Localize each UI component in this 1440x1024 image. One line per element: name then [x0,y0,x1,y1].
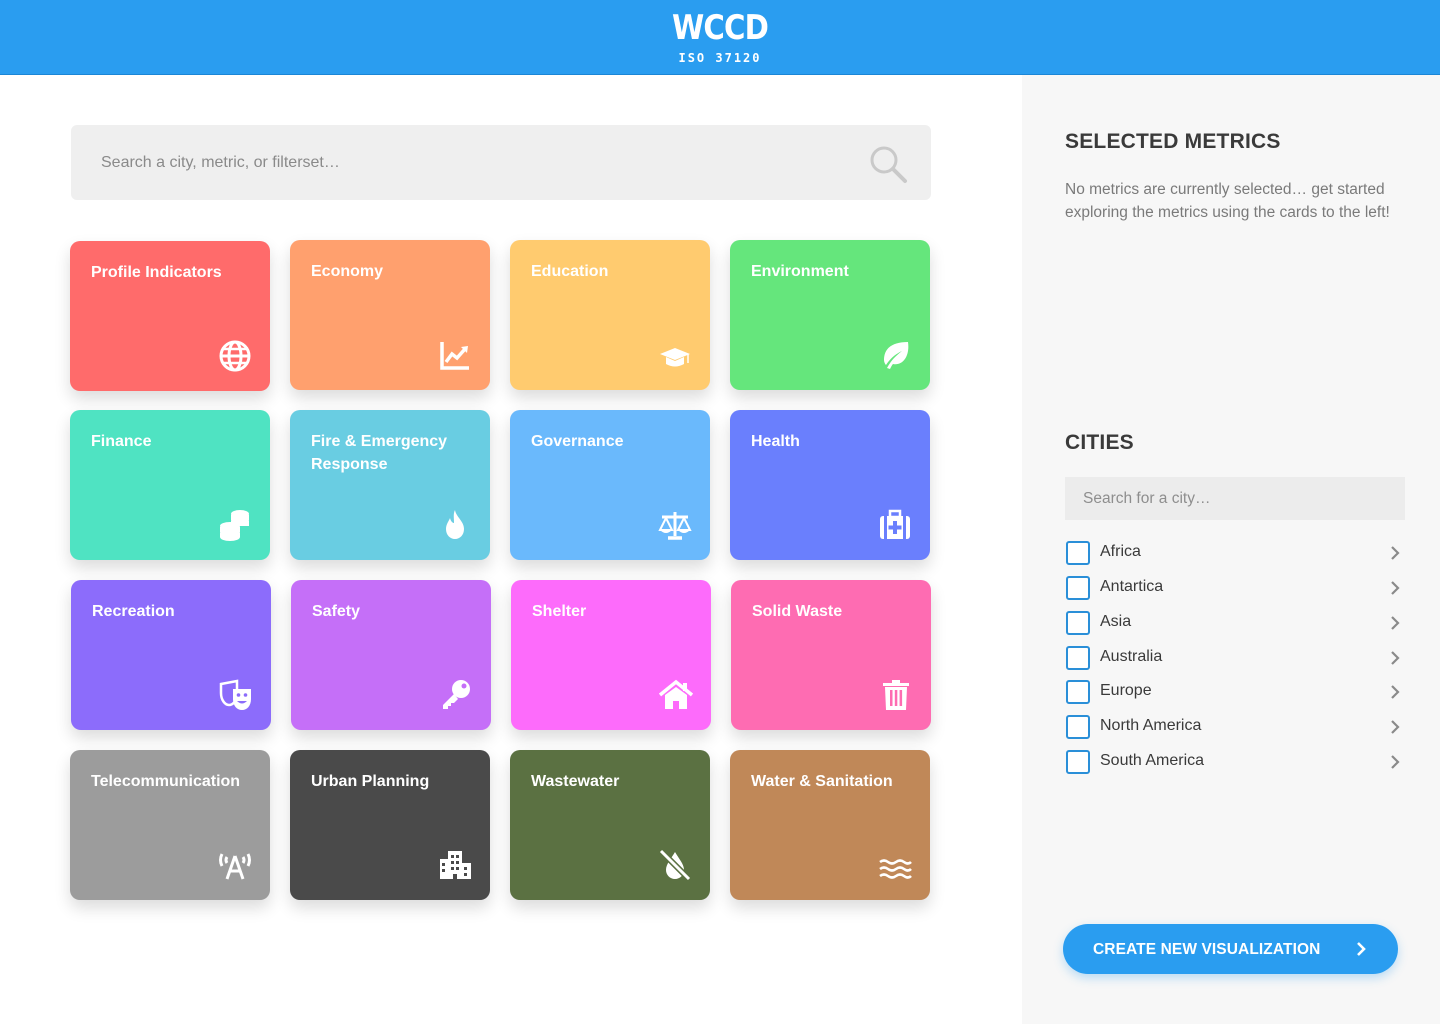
balance-scale-icon [658,508,692,542]
city-checkbox[interactable] [1066,715,1090,739]
card-label: Economy [311,263,384,280]
chevron-right-icon[interactable] [1387,719,1403,735]
city-label: North America [1100,717,1202,734]
card-economy[interactable]: Economy [290,240,490,390]
chevron-right-icon [1353,941,1369,957]
medkit-icon [878,508,912,542]
leaf-icon [878,338,912,372]
card-label: Health [751,433,800,450]
logo[interactable]: WCCD [101,8,1339,48]
graduation-cap-icon [658,338,692,372]
no-drop-icon [658,848,692,882]
card-urban-planning[interactable]: Urban Planning [290,750,490,900]
city-search-input[interactable] [1065,477,1405,520]
card-fire-emergency-response[interactable]: Fire & Emergency Response [290,410,490,560]
city-label: South America [1100,752,1205,769]
card-label: Education [531,263,609,280]
card-education[interactable]: Education [510,240,710,390]
city-checkbox[interactable] [1066,646,1090,670]
city-label: Africa [1100,543,1141,560]
card-label: Urban Planning [311,773,430,790]
card-environment[interactable]: Environment [730,240,930,390]
logo-subtitle: ISO 37120 [678,51,762,65]
flame-icon [438,508,472,542]
card-solid-waste[interactable]: Solid Waste [731,580,931,730]
search-bar [71,125,931,200]
chevron-right-icon[interactable] [1387,684,1403,700]
cities-title: CITIES [1065,431,1134,454]
building-icon [438,848,472,882]
card-label: Wastewater [531,773,620,790]
home-icon [658,678,694,712]
chevron-right-icon[interactable] [1387,754,1403,770]
card-finance[interactable]: Finance [70,410,270,560]
key-icon [439,678,473,712]
city-row-asia[interactable]: Asia [1065,609,1405,637]
city-label: Asia [1100,613,1132,630]
line-chart-icon [438,338,472,372]
trash-icon [879,678,913,712]
city-checkbox[interactable] [1066,611,1090,635]
antenna-icon [218,848,252,882]
create-visualization-button[interactable]: CREATE NEW VISUALIZATION [1063,924,1398,974]
card-profile-indicators[interactable]: Profile Indicators [70,241,270,391]
city-checkbox[interactable] [1066,680,1090,704]
card-label: Telecommunication [91,773,241,790]
theater-masks-icon [219,678,253,712]
card-safety[interactable]: Safety [291,580,491,730]
city-row-antartica[interactable]: Antartica [1065,574,1405,602]
card-label: Governance [531,433,624,450]
chevron-right-icon[interactable] [1387,650,1403,666]
card-label: Shelter [532,603,587,620]
city-checkbox[interactable] [1066,750,1090,774]
card-health[interactable]: Health [730,410,930,560]
top-bar: WCCD ISO 37120 [0,0,1440,75]
city-label: Antartica [1100,578,1164,595]
card-telecommunication[interactable]: Telecommunication [70,750,270,900]
city-checkbox[interactable] [1066,541,1090,565]
city-row-europe[interactable]: Europe [1065,678,1405,706]
card-water-sanitation[interactable]: Water & Sanitation [730,750,930,900]
coins-icon [218,508,252,542]
city-checkbox[interactable] [1066,576,1090,600]
water-icon [878,848,912,882]
card-governance[interactable]: Governance [510,410,710,560]
card-shelter[interactable]: Shelter [511,580,711,730]
search-icon[interactable] [866,142,910,186]
card-wastewater[interactable]: Wastewater [510,750,710,900]
metrics-panel: Profile Indicators Economy Education Env… [0,75,1022,1024]
sidebar: SELECTED METRICS No metrics are currentl… [1022,75,1440,1024]
city-label: Australia [1100,648,1163,665]
globe-icon [218,339,252,373]
card-label: Safety [312,603,361,620]
card-label: Finance [91,433,152,450]
card-label: Environment [751,263,849,280]
city-row-australia[interactable]: Australia [1065,644,1405,672]
card-recreation[interactable]: Recreation [71,580,271,730]
chevron-right-icon[interactable] [1387,615,1403,631]
create-visualization-label: CREATE NEW VISUALIZATION [1093,941,1321,958]
card-label: Water & Sanitation [751,773,893,790]
selected-metrics-empty-note: No metrics are currently selected… get s… [1065,181,1390,221]
city-label: Europe [1100,682,1152,699]
city-row-africa[interactable]: Africa [1065,539,1405,567]
city-row-south-america[interactable]: South America [1065,748,1405,776]
city-row-north-america[interactable]: North America [1065,713,1405,741]
chevron-right-icon[interactable] [1387,545,1403,561]
search-input[interactable] [71,125,871,200]
card-label: Profile Indicators [91,264,222,281]
card-label: Fire & Emergency Response [311,433,448,473]
chevron-right-icon[interactable] [1387,580,1403,596]
selected-metrics-title: SELECTED METRICS [1065,130,1281,153]
card-label: Solid Waste [752,603,843,620]
card-label: Recreation [92,603,175,620]
